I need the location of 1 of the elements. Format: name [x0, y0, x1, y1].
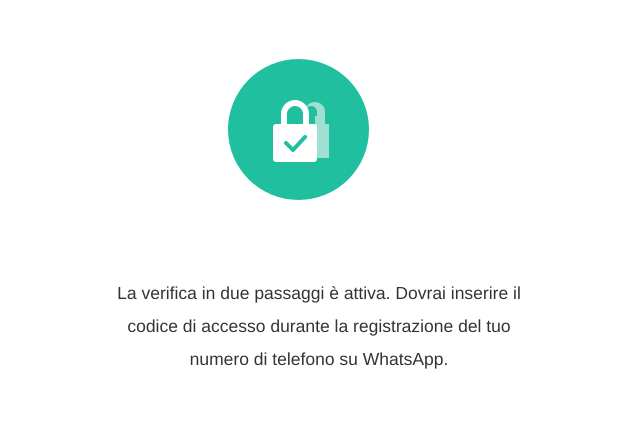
status-message: La verifica in due passaggi è attiva. Dovrai inserire il codice di accesso durante la registrazione del tuo numero di telefono su WhatsApp.: [116, 282, 522, 371]
